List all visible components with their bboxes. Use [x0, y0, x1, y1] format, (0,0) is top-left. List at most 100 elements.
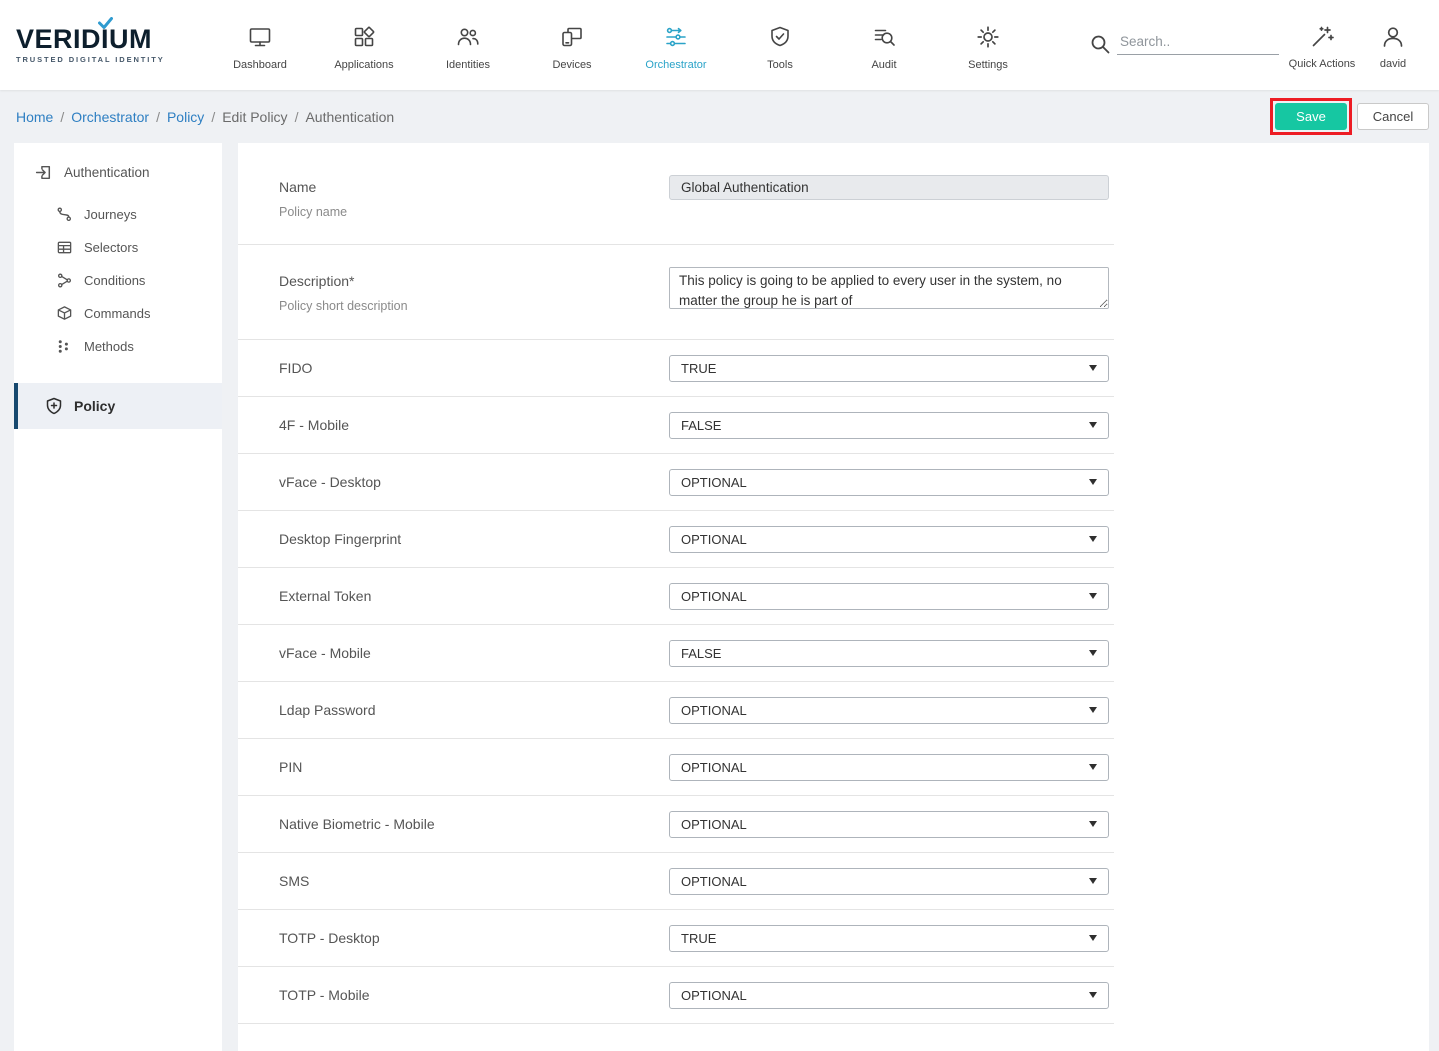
sidebar-header-label: Authentication: [64, 165, 150, 180]
desktop-fingerprint-select[interactable]: OPTIONAL: [669, 526, 1109, 553]
sidebar-item-conditions[interactable]: Conditions: [14, 264, 222, 297]
vface-desktop-select[interactable]: OPTIONAL: [669, 469, 1109, 496]
chevron-down-icon: [1089, 707, 1097, 713]
sidebar: Authentication Journeys Selectors: [14, 143, 222, 1051]
field-label: TOTP - Mobile: [279, 987, 669, 1003]
policy-field-row: SMS OPTIONAL: [238, 853, 1114, 910]
sidebar-item-commands[interactable]: Commands: [14, 297, 222, 330]
tools-icon: [767, 24, 793, 50]
breadcrumb-orchestrator[interactable]: Orchestrator: [71, 109, 149, 125]
ldap-password-select[interactable]: OPTIONAL: [669, 697, 1109, 724]
external-token-select[interactable]: OPTIONAL: [669, 583, 1109, 610]
audit-icon: [871, 24, 897, 50]
cancel-button[interactable]: Cancel: [1357, 103, 1429, 130]
select-value: FALSE: [681, 418, 721, 433]
magic-wand-icon: [1309, 24, 1335, 50]
totp-mobile-select[interactable]: OPTIONAL: [669, 982, 1109, 1009]
sms-select[interactable]: OPTIONAL: [669, 868, 1109, 895]
breadcrumb-separator: /: [60, 109, 64, 125]
vface-mobile-select[interactable]: FALSE: [669, 640, 1109, 667]
chevron-down-icon: [1089, 935, 1097, 941]
fido-select[interactable]: TRUE: [669, 355, 1109, 382]
sidebar-item-journeys[interactable]: Journeys: [14, 198, 222, 231]
sidebar-item-label: Conditions: [84, 273, 145, 288]
quick-actions-button[interactable]: Quick Actions: [1279, 20, 1365, 70]
logo-text-part: UM: [109, 26, 152, 53]
save-button[interactable]: Save: [1275, 103, 1347, 130]
nav-settings[interactable]: Settings: [936, 20, 1040, 71]
select-value: OPTIONAL: [681, 589, 747, 604]
sidebar-item-selectors[interactable]: Selectors: [14, 231, 222, 264]
policy-field-row: External Token OPTIONAL: [238, 568, 1114, 625]
logo-text-part: I: [101, 26, 109, 53]
search-input[interactable]: [1117, 29, 1279, 55]
policy-field-row: Ldap Password OPTIONAL: [238, 682, 1114, 739]
sidebar-item-methods[interactable]: Methods: [14, 330, 222, 363]
sidebar-item-policy[interactable]: Policy: [14, 383, 222, 429]
nav-applications[interactable]: Applications: [312, 20, 416, 71]
select-value: TRUE: [681, 361, 716, 376]
nav-label: Audit: [871, 59, 896, 71]
breadcrumb-edit-policy: Edit Policy: [222, 109, 287, 125]
nav-audit[interactable]: Audit: [832, 20, 936, 71]
sidebar-item-label: Commands: [84, 306, 150, 321]
policy-field-row: Native Biometric - Mobile OPTIONAL: [238, 796, 1114, 853]
policy-field-row: TOTP - Mobile OPTIONAL: [238, 967, 1114, 1024]
policy-field-row: Desktop Fingerprint OPTIONAL: [238, 511, 1114, 568]
field-label: SMS: [279, 873, 669, 889]
nav-devices[interactable]: Devices: [520, 20, 624, 71]
breadcrumb-separator: /: [211, 109, 215, 125]
field-label: PIN: [279, 759, 669, 775]
top-bar: VERIDIUM TRUSTED DIGITAL IDENTITY Dashbo…: [0, 0, 1439, 90]
select-value: FALSE: [681, 646, 721, 661]
native-biometric-mobile-select[interactable]: OPTIONAL: [669, 811, 1109, 838]
nav-tools[interactable]: Tools: [728, 20, 832, 71]
pin-select[interactable]: OPTIONAL: [669, 754, 1109, 781]
nav-label: Applications: [334, 59, 393, 71]
policy-field-row: TOTP - Desktop TRUE: [238, 910, 1114, 967]
name-row: Name Policy name: [238, 155, 1114, 245]
policy-field-row: PIN OPTIONAL: [238, 739, 1114, 796]
chevron-down-icon: [1089, 479, 1097, 485]
sidebar-header-authentication[interactable]: Authentication: [14, 143, 222, 198]
policy-name-input[interactable]: [669, 175, 1109, 200]
breadcrumb-home[interactable]: Home: [16, 109, 53, 125]
check-icon: [98, 17, 113, 29]
logo-text-part: VERID: [16, 26, 101, 53]
logo-tagline: TRUSTED DIGITAL IDENTITY: [16, 55, 208, 64]
veridium-logo[interactable]: VERIDIUM TRUSTED DIGITAL IDENTITY: [16, 26, 208, 64]
select-value: OPTIONAL: [681, 817, 747, 832]
nav-label: Tools: [767, 59, 793, 71]
nav-label: Dashboard: [233, 59, 287, 71]
page-actions: Save Cancel: [1270, 98, 1429, 135]
user-menu[interactable]: david: [1365, 20, 1421, 70]
4f-mobile-select[interactable]: FALSE: [669, 412, 1109, 439]
select-value: OPTIONAL: [681, 532, 747, 547]
shield-icon: [45, 397, 63, 415]
cube-icon: [56, 305, 73, 322]
field-label: TOTP - Desktop: [279, 930, 669, 946]
description-row: Description* Policy short description Th…: [238, 245, 1114, 340]
user-icon: [1380, 24, 1406, 50]
totp-desktop-select[interactable]: TRUE: [669, 925, 1109, 952]
chevron-down-icon: [1089, 593, 1097, 599]
policy-field-row: 4F - Mobile FALSE: [238, 397, 1114, 454]
name-hint: Policy name: [279, 205, 669, 219]
breadcrumb-policy[interactable]: Policy: [167, 109, 204, 125]
field-label: 4F - Mobile: [279, 417, 669, 433]
breadcrumb-separator: /: [156, 109, 160, 125]
sidebar-item-label: Selectors: [84, 240, 138, 255]
breadcrumb-bar: Home / Orchestrator / Policy / Edit Poli…: [0, 90, 1439, 143]
nav-orchestrator[interactable]: Orchestrator: [624, 20, 728, 71]
description-label: Description*: [279, 273, 669, 289]
identities-icon: [455, 24, 481, 50]
policy-form: Name Policy name Description* Policy sho…: [238, 143, 1429, 1051]
select-value: OPTIONAL: [681, 874, 747, 889]
nav-identities[interactable]: Identities: [416, 20, 520, 71]
policy-description-textarea[interactable]: This policy is going to be applied to ev…: [669, 267, 1109, 309]
name-label: Name: [279, 179, 669, 195]
nav-dashboard[interactable]: Dashboard: [208, 20, 312, 71]
field-label: Desktop Fingerprint: [279, 531, 669, 547]
main-nav: Dashboard Applications: [208, 20, 1040, 71]
journeys-icon: [56, 206, 73, 223]
